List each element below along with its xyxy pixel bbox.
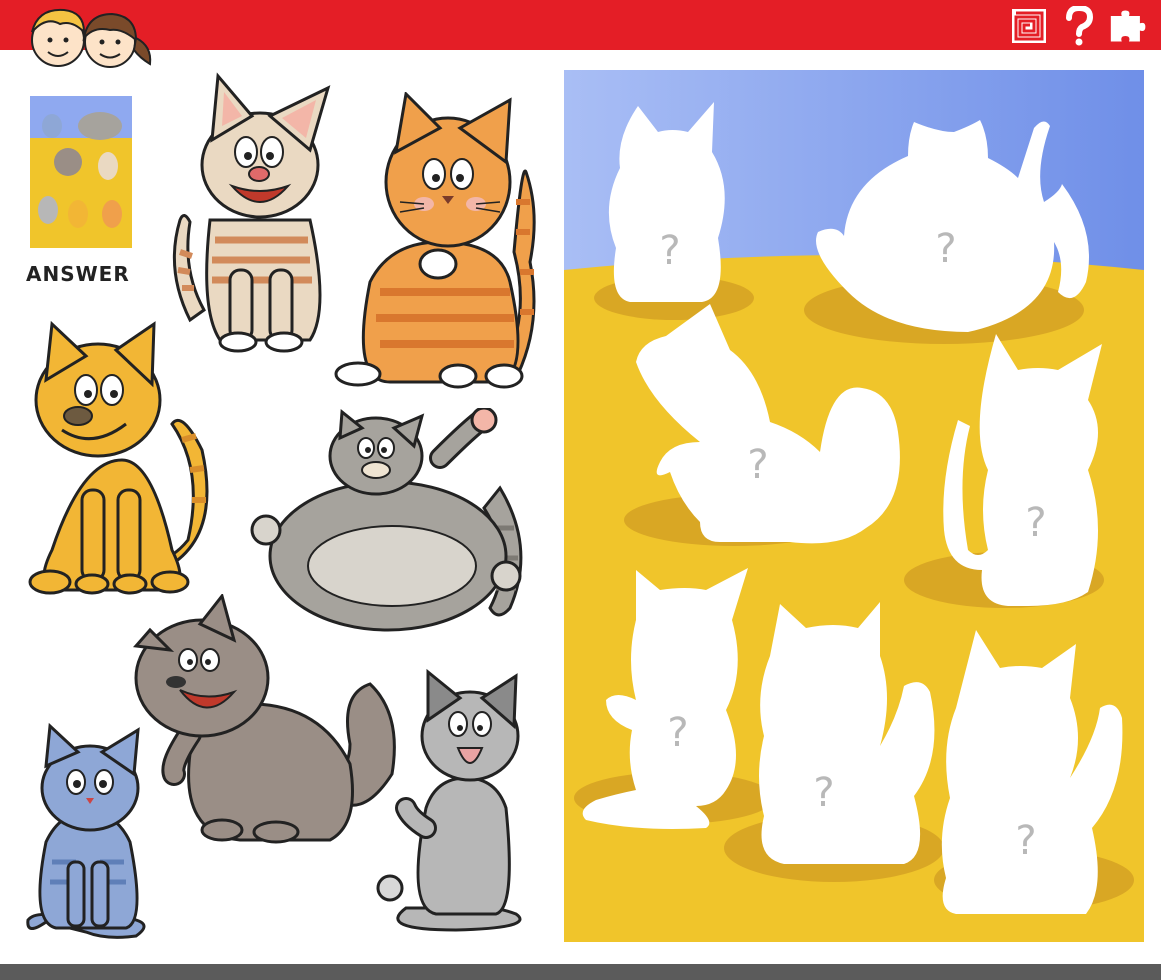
footer-bar (0, 964, 1161, 980)
svg-text:?: ? (1025, 500, 1046, 546)
svg-text:?: ? (935, 226, 956, 272)
fluffy-brown-cat[interactable] (130, 594, 402, 848)
blue-kitten[interactable] (16, 722, 158, 942)
header-icons (1009, 6, 1149, 46)
header-bar (0, 0, 1161, 50)
puzzle-piece-icon[interactable] (1109, 6, 1149, 46)
svg-text:?: ? (1015, 818, 1036, 864)
answer-label[interactable]: ANSWER (26, 262, 146, 286)
svg-text:?: ? (659, 228, 680, 274)
spiral-maze-icon[interactable] (1009, 6, 1049, 46)
svg-text:?: ? (667, 710, 688, 756)
gray-kitten[interactable] (366, 668, 548, 942)
kids-logo-icon (31, 8, 152, 68)
cream-striped-cat[interactable] (160, 70, 340, 360)
silhouette-5[interactable]: ? (576, 560, 754, 830)
svg-text:?: ? (813, 770, 834, 816)
silhouette-7[interactable]: ? (936, 628, 1132, 918)
question-mark-icon[interactable] (1059, 6, 1099, 46)
yellow-cat[interactable] (22, 320, 222, 600)
answer-thumbnail[interactable] (30, 96, 132, 248)
svg-text:?: ? (747, 442, 768, 488)
silhouette-6[interactable]: ? (754, 596, 950, 868)
silhouette-4[interactable]: ? (938, 330, 1118, 608)
silhouette-3[interactable]: ? (630, 302, 912, 550)
silhouette-1[interactable]: ? (598, 98, 728, 304)
orange-striped-cat[interactable] (330, 92, 540, 392)
